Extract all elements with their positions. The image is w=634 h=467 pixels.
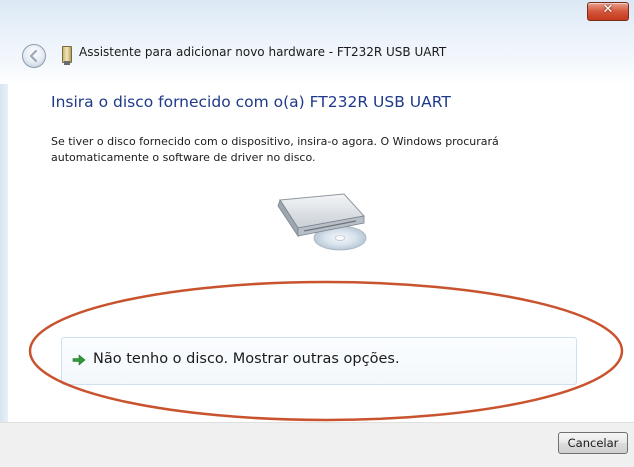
no-disc-option-label: Não tenho o disco. Mostrar outras opções… [93, 351, 400, 367]
page-description: Se tiver o disco fornecido com o disposi… [51, 134, 551, 166]
close-icon: ✕ [602, 2, 614, 17]
back-arrow-icon [29, 49, 38, 63]
green-arrow-icon [72, 354, 86, 366]
close-button[interactable]: ✕ [587, 2, 629, 21]
wizard-window: ✕ Assistente para adicionar novo hardwar… [0, 0, 634, 467]
no-disc-option[interactable]: Não tenho o disco. Mostrar outras opções… [61, 337, 577, 385]
back-button[interactable] [22, 44, 46, 68]
title-bar: ✕ Assistente para adicionar novo hardwar… [0, 0, 634, 84]
window-title: Assistente para adicionar novo hardware … [79, 45, 447, 59]
hardware-icon [62, 46, 72, 65]
cd-drive-icon [277, 193, 367, 251]
page-heading: Insira o disco fornecido com o(a) FT232R… [51, 93, 451, 111]
cancel-button[interactable]: Cancelar [558, 432, 628, 454]
wizard-content: Insira o disco fornecido com o(a) FT232R… [0, 84, 634, 414]
footer-bar: Cancelar [0, 422, 634, 467]
description-line: Se tiver o disco fornecido com o disposi… [51, 135, 499, 148]
description-line: automaticamente o software de driver no … [51, 151, 316, 164]
